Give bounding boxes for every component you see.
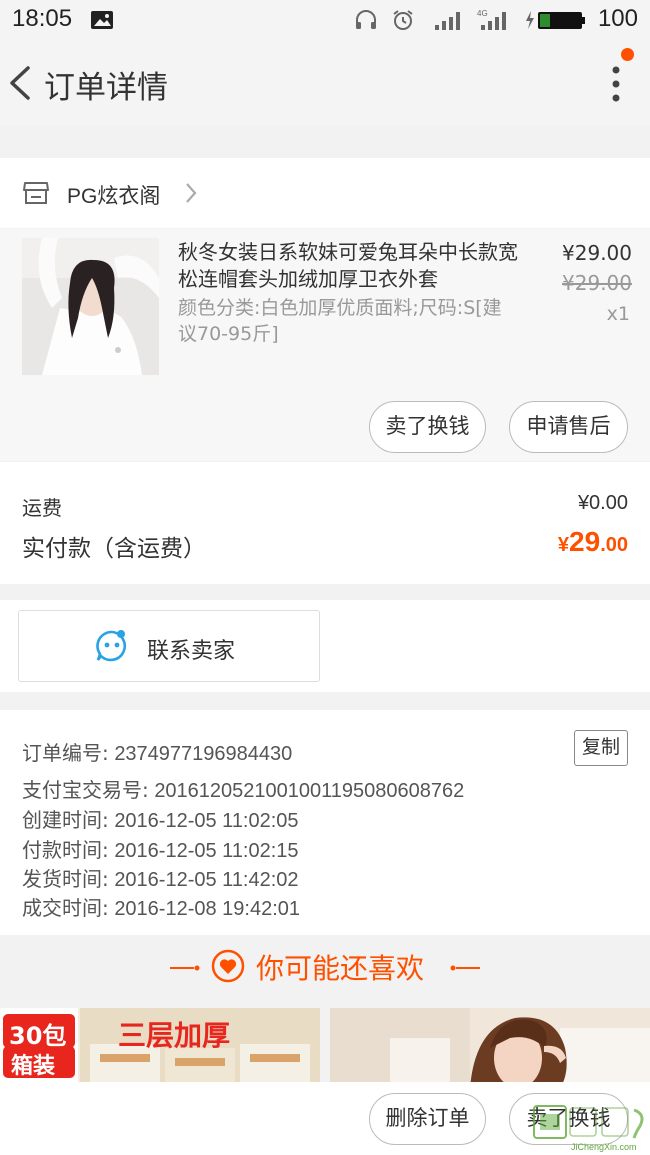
completed-time: 成交时间: 2016-12-08 19:42:01 xyxy=(22,892,300,921)
shipping-value: ¥0.00 xyxy=(577,492,628,514)
paid-currency: ¥ xyxy=(557,534,570,556)
payment-summary: 运费 ¥0.00 实付款（含运费） ¥29.00 xyxy=(0,462,650,584)
alarm-icon xyxy=(393,10,413,30)
info-label: 成交时间: xyxy=(22,896,109,920)
product-sku: 颜色分类:白色加厚优质面料;尺码:S[建议70-95斤] xyxy=(178,297,502,345)
tissue-badge-line1: 30包 xyxy=(9,1022,67,1050)
image-notification-icon xyxy=(91,11,113,29)
info-value: 2016-12-05 11:02:15 xyxy=(114,840,299,862)
info-label: 支付宝交易号: xyxy=(22,778,149,802)
info-label: 发货时间: xyxy=(22,867,109,891)
product-photo xyxy=(22,238,159,375)
shop-row[interactable]: PG炫衣阁 xyxy=(0,158,650,228)
product-original-price: ¥29.00 xyxy=(562,271,632,295)
order-info: 订单编号: 2374977196984430 复制 支付宝交易号: 201612… xyxy=(0,710,650,935)
nav-bar: 订单详情 xyxy=(0,40,650,126)
back-icon[interactable] xyxy=(4,60,40,106)
tissue-badge-line2: 箱装 xyxy=(11,1054,56,1079)
recommend-product-tissue[interactable]: 30包 箱装 三层加厚 xyxy=(0,1008,320,1088)
paid-integer: 29 xyxy=(569,526,601,557)
contact-section: 联系卖家 xyxy=(0,600,650,692)
product-quantity: x1 xyxy=(606,303,630,325)
page-title: 订单详情 xyxy=(44,70,168,106)
paid-time: 付款时间: 2016-12-05 11:02:15 xyxy=(22,834,299,863)
right-divider-icon xyxy=(450,965,480,971)
product-title[interactable]: 秋冬女装日系软妹可爱兔耳朵中长款宽松连帽套头加绒加厚卫衣外套 xyxy=(178,239,518,293)
headset-icon xyxy=(356,10,376,29)
chat-icon xyxy=(96,630,127,662)
battery-level: 100 xyxy=(597,5,638,32)
signal-icon xyxy=(435,12,460,30)
notification-dot xyxy=(621,48,634,61)
more-icon[interactable] xyxy=(608,64,624,104)
chevron-right-icon xyxy=(186,183,197,203)
heart-icon xyxy=(211,949,245,983)
recommend-header: 你可能还喜欢 xyxy=(0,936,650,998)
paid-amount: ¥29.00 xyxy=(558,526,628,558)
battery-icon xyxy=(526,11,585,29)
copy-button[interactable]: 复制 xyxy=(574,730,628,766)
info-label: 创建时间: xyxy=(22,808,109,832)
alipay-trade-number: 支付宝交易号: 2016120521001001195080608762 xyxy=(22,774,464,803)
status-bar: 18:05 4G 100 xyxy=(0,0,650,40)
order-item[interactable]: 秋冬女装日系软妹可爱兔耳朵中长款宽松连帽套头加绒加厚卫衣外套 颜色分类:白色加厚… xyxy=(0,229,650,461)
signal-4g-icon: 4G xyxy=(477,9,506,30)
recommend-product-model[interactable] xyxy=(330,1008,650,1088)
shop-name: PG炫衣阁 xyxy=(67,185,161,208)
sell-item-button[interactable]: 卖了换钱 xyxy=(369,401,486,453)
paid-decimal: .00 xyxy=(600,534,628,556)
created-time: 创建时间: 2016-12-05 11:02:05 xyxy=(22,804,299,833)
product-thumbnail[interactable] xyxy=(22,238,159,375)
delete-order-button[interactable]: 删除订单 xyxy=(369,1093,486,1145)
watermark-logo xyxy=(533,1105,644,1139)
left-divider-icon xyxy=(170,965,200,971)
shipping-label: 运费 xyxy=(22,496,62,520)
tissue-banner: 三层加厚 xyxy=(118,1019,231,1052)
info-value: 2016120521001001195080608762 xyxy=(154,780,465,802)
watermark-text: JiChengXin.com xyxy=(571,1142,637,1152)
shipped-time: 发货时间: 2016-12-05 11:42:02 xyxy=(22,863,299,892)
contact-seller-label: 联系卖家 xyxy=(147,639,236,664)
info-value: 2016-12-05 11:02:05 xyxy=(114,810,299,832)
info-label: 付款时间: xyxy=(22,838,109,862)
model-product-image xyxy=(330,1008,650,1088)
order-number: 订单编号: 2374977196984430 xyxy=(22,737,292,766)
status-time: 18:05 xyxy=(12,5,73,32)
info-label: 订单编号: xyxy=(22,741,109,765)
recommend-title: 你可能还喜欢 xyxy=(256,952,425,985)
product-price: ¥29.00 xyxy=(562,241,632,265)
info-value: 2016-12-08 19:42:01 xyxy=(114,898,301,920)
paid-label: 实付款（含运费） xyxy=(22,536,206,562)
after-sale-button[interactable]: 申请售后 xyxy=(509,401,628,453)
info-value: 2016-12-05 11:42:02 xyxy=(114,869,299,891)
shop-icon xyxy=(23,182,49,204)
svg-text:4G: 4G xyxy=(477,9,488,18)
info-value: 2374977196984430 xyxy=(114,743,293,765)
contact-seller-button[interactable]: 联系卖家 xyxy=(18,610,320,682)
